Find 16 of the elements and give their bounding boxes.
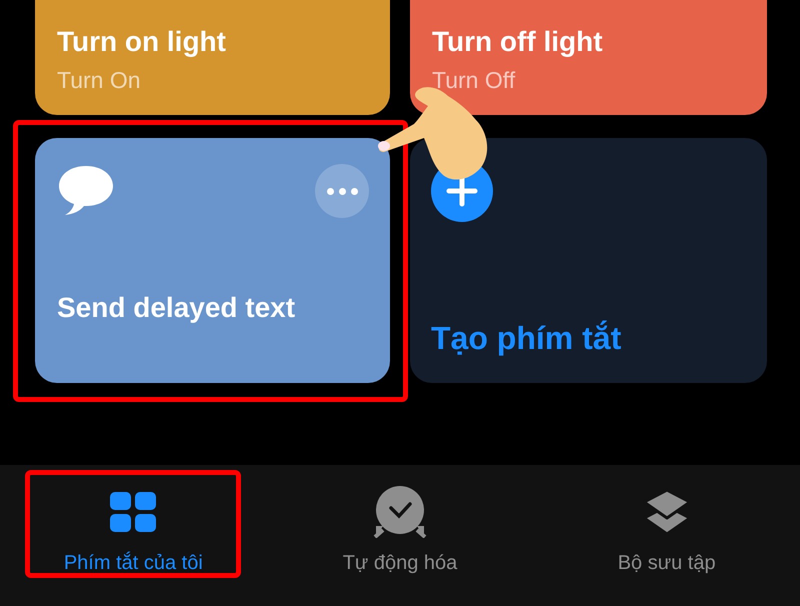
message-icon	[57, 164, 115, 216]
shortcut-card[interactable]: Send delayed text	[35, 138, 390, 383]
shortcut-card[interactable]: Turn on light Turn On	[35, 0, 390, 115]
grid-icon	[109, 491, 158, 533]
tab-button[interactable]: Tự động hóa	[342, 485, 458, 576]
shortcut-subtitle: Turn Off	[432, 66, 516, 95]
create-shortcut-card[interactable]: Tạo phím tắt	[410, 138, 767, 383]
shortcut-title: Turn on light	[57, 25, 227, 59]
shortcut-title: Turn off light	[432, 25, 604, 59]
create-shortcut-label: Tạo phím tắt	[431, 319, 622, 357]
tab-button[interactable]: Phím tắt của tôi	[64, 485, 203, 576]
shortcut-title: Send delayed text	[57, 291, 296, 325]
clock-icon	[372, 486, 427, 538]
shortcut-subtitle: Turn On	[57, 66, 142, 95]
shortcut-card[interactable]: Turn off light Turn Off	[410, 0, 767, 115]
tab-button[interactable]: Bộ sưu tập	[618, 485, 716, 576]
